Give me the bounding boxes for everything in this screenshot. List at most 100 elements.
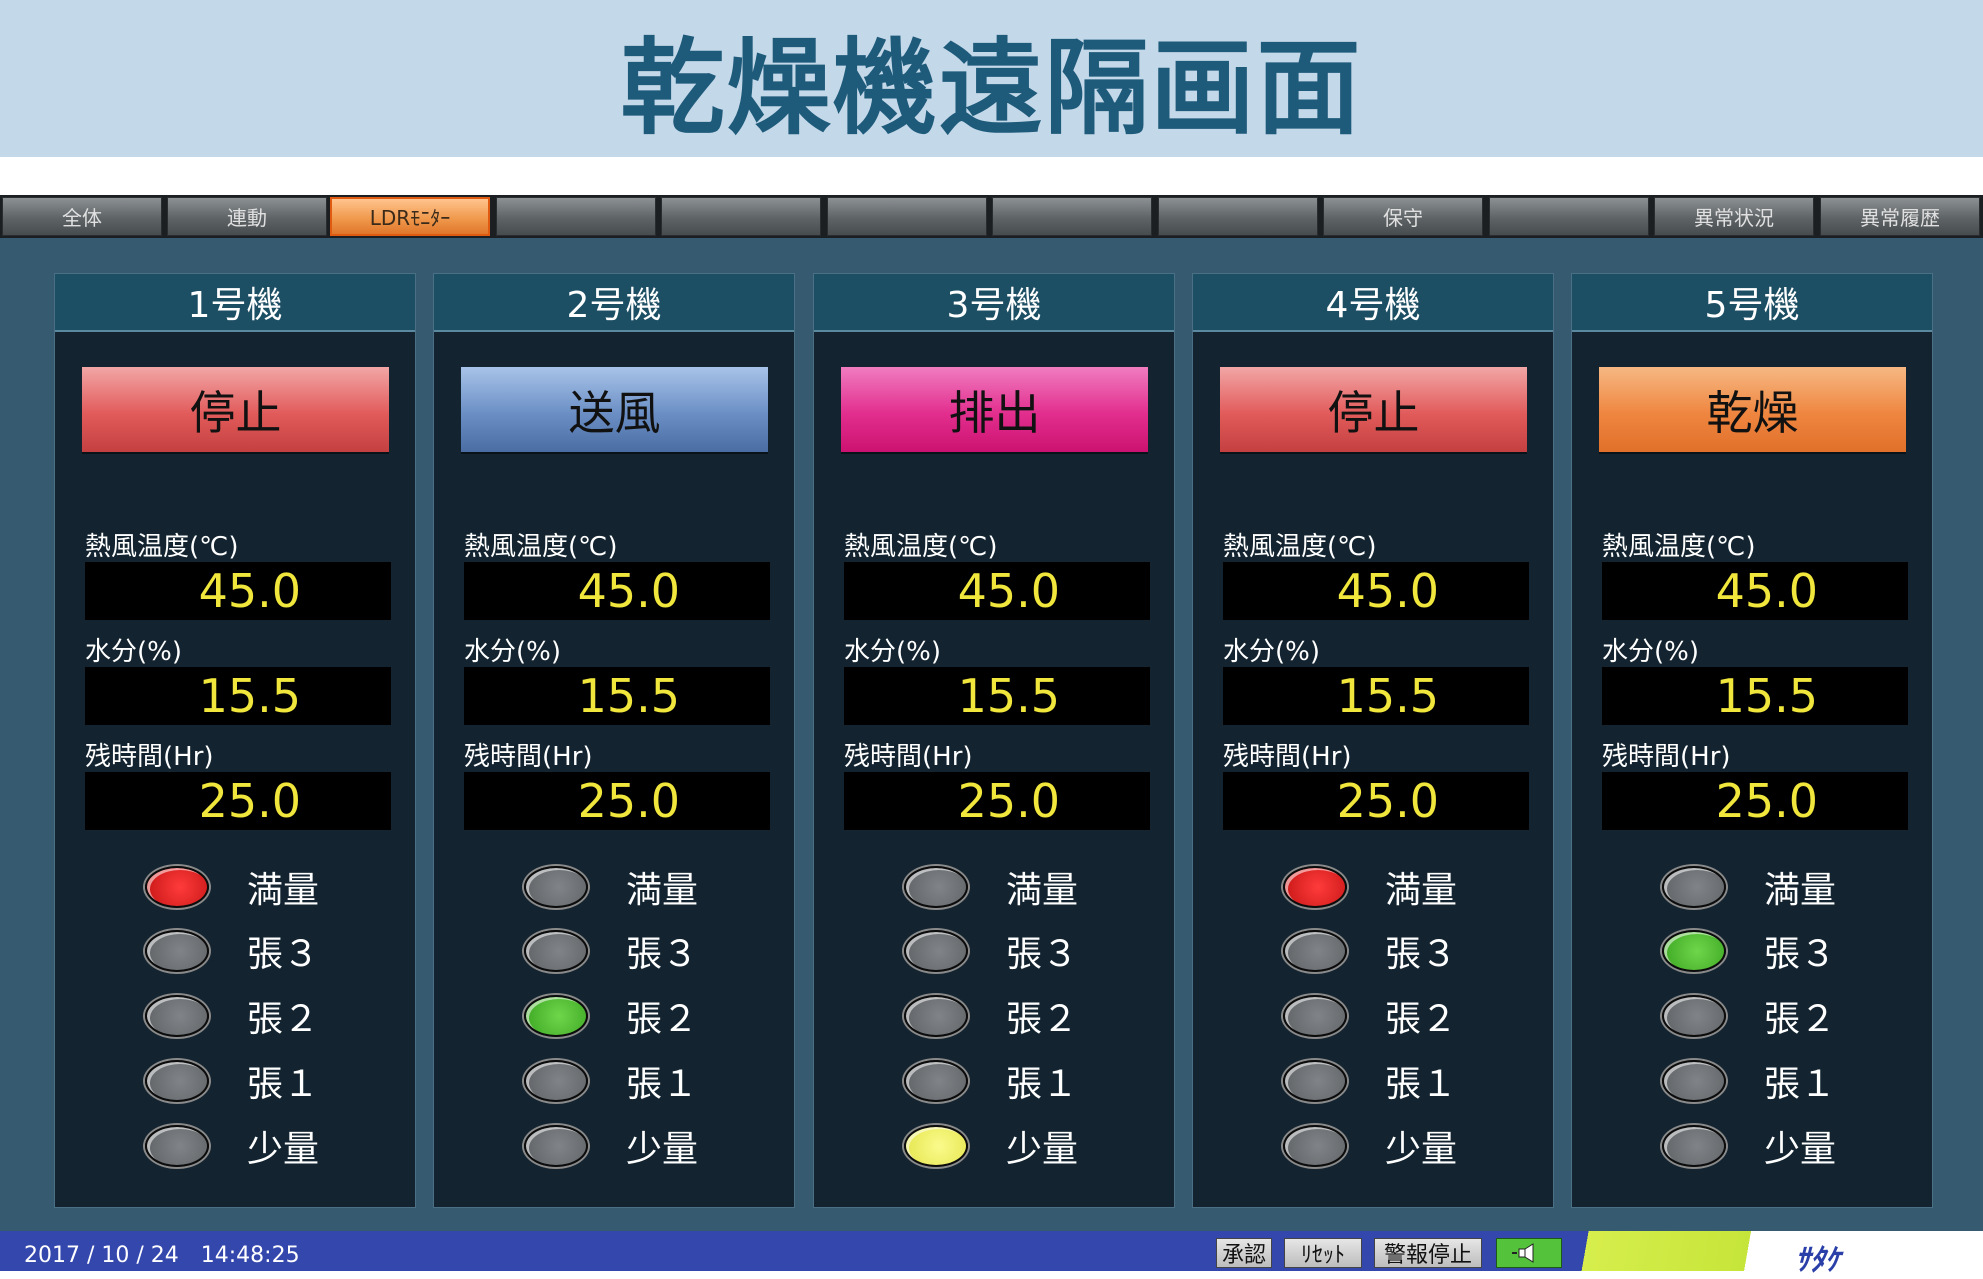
remaining-readout: 25.0 bbox=[844, 772, 1150, 830]
lamp-label: 少量 bbox=[626, 1129, 699, 1170]
lamp-row-tension3: 張３ bbox=[524, 926, 784, 976]
remaining-label: 残時間(Hr) bbox=[1223, 742, 1352, 772]
remaining-readout: 25.0 bbox=[464, 772, 770, 830]
lamp-label: 満量 bbox=[1764, 870, 1837, 911]
lamp-row-tension3: 張３ bbox=[1662, 926, 1922, 976]
tab-ldr-monitor[interactable]: LDRﾓﾆﾀｰ bbox=[330, 197, 490, 236]
tension3-lamp-icon bbox=[1662, 930, 1726, 972]
moisture-readout: 15.5 bbox=[1223, 667, 1529, 725]
lamp-label: 少量 bbox=[1385, 1129, 1458, 1170]
lamp-row-full: 満量 bbox=[524, 862, 784, 912]
machine-panel-1: 1号機 停止 熱風温度(℃) 45.0 水分(%) 15.5 残時間(Hr) 2… bbox=[54, 273, 416, 1208]
remaining-readout: 25.0 bbox=[85, 772, 391, 830]
machine-name: 3号機 bbox=[814, 274, 1174, 332]
remaining-label: 残時間(Hr) bbox=[1602, 742, 1731, 772]
tab-overall[interactable]: 全体 bbox=[2, 197, 162, 236]
lamp-label: 張３ bbox=[1764, 934, 1837, 975]
temp-readout: 45.0 bbox=[464, 562, 770, 620]
tension1-lamp-icon bbox=[524, 1060, 588, 1102]
status-button[interactable]: 排出 bbox=[841, 367, 1148, 452]
tab-blank-7[interactable] bbox=[992, 197, 1152, 236]
moisture-readout: 15.5 bbox=[1602, 667, 1908, 725]
lamp-label: 張２ bbox=[1764, 999, 1837, 1040]
lamp-row-low: 少量 bbox=[904, 1121, 1164, 1171]
temp-label: 熱風温度(℃) bbox=[85, 532, 239, 562]
status-button[interactable]: 停止 bbox=[1220, 367, 1527, 452]
lamp-label: 張２ bbox=[1006, 999, 1079, 1040]
machine-name: 2号機 bbox=[434, 274, 794, 332]
tab-alarm-status[interactable]: 異常状況 bbox=[1654, 197, 1814, 236]
lamp-row-low: 少量 bbox=[145, 1121, 405, 1171]
tension2-lamp-icon bbox=[1662, 995, 1726, 1037]
moisture-label: 水分(%) bbox=[1223, 637, 1320, 667]
lamp-label: 張２ bbox=[247, 999, 320, 1040]
title-bar: 乾燥機遠隔画面 bbox=[0, 0, 1983, 157]
tab-alarm-history[interactable]: 異常履歴 bbox=[1820, 197, 1980, 236]
lamp-label: 張１ bbox=[626, 1064, 699, 1105]
datetime: 2017 / 10 / 24 14:48:25 bbox=[24, 1243, 300, 1268]
lamp-label: 満量 bbox=[1006, 870, 1079, 911]
lamp-label: 張１ bbox=[247, 1064, 320, 1105]
full-lamp-icon bbox=[1283, 866, 1347, 908]
tab-blank-10[interactable] bbox=[1489, 197, 1649, 236]
lamp-label: 少量 bbox=[1006, 1129, 1079, 1170]
status-button[interactable]: 送風 bbox=[461, 367, 768, 452]
tab-blank-4[interactable] bbox=[496, 197, 656, 236]
machine-panel-2: 2号機 送風 熱風温度(℃) 45.0 水分(%) 15.5 残時間(Hr) 2… bbox=[433, 273, 795, 1208]
reset-button[interactable]: ﾘｾｯﾄ bbox=[1284, 1238, 1362, 1268]
lamp-label: 張１ bbox=[1385, 1064, 1458, 1105]
ack-button[interactable]: 承認 bbox=[1216, 1238, 1272, 1268]
lamp-row-full: 満量 bbox=[1662, 862, 1922, 912]
temp-label: 熱風温度(℃) bbox=[464, 532, 618, 562]
lamp-row-full: 満量 bbox=[904, 862, 1164, 912]
moisture-label: 水分(%) bbox=[85, 637, 182, 667]
machine-panel-3: 3号機 排出 熱風温度(℃) 45.0 水分(%) 15.5 残時間(Hr) 2… bbox=[813, 273, 1175, 1208]
temp-readout: 45.0 bbox=[85, 562, 391, 620]
full-lamp-icon bbox=[1662, 866, 1726, 908]
low-lamp-icon bbox=[1662, 1125, 1726, 1167]
tension1-lamp-icon bbox=[145, 1060, 209, 1102]
lamp-label: 満量 bbox=[626, 870, 699, 911]
moisture-label: 水分(%) bbox=[844, 637, 941, 667]
lamp-row-tension3: 張３ bbox=[145, 926, 405, 976]
remaining-readout: 25.0 bbox=[1602, 772, 1908, 830]
machine-panel-4: 4号機 停止 熱風温度(℃) 45.0 水分(%) 15.5 残時間(Hr) 2… bbox=[1192, 273, 1554, 1208]
tab-maintenance[interactable]: 保守 bbox=[1323, 197, 1483, 236]
tab-blank-8[interactable] bbox=[1158, 197, 1318, 236]
lamp-label: 張３ bbox=[626, 934, 699, 975]
low-lamp-icon bbox=[524, 1125, 588, 1167]
lamp-row-tension3: 張３ bbox=[904, 926, 1164, 976]
tab-blank-5[interactable] bbox=[661, 197, 821, 236]
page-title: 乾燥機遠隔画面 bbox=[620, 27, 1363, 149]
lamp-row-low: 少量 bbox=[524, 1121, 784, 1171]
moisture-label: 水分(%) bbox=[1602, 637, 1699, 667]
lamp-row-tension2: 張２ bbox=[1283, 991, 1543, 1041]
tab-linkage[interactable]: 連動 bbox=[167, 197, 327, 236]
remaining-label: 残時間(Hr) bbox=[85, 742, 214, 772]
lamp-row-tension2: 張２ bbox=[1662, 991, 1922, 1041]
low-lamp-icon bbox=[904, 1125, 968, 1167]
status-bar: 2017 / 10 / 24 14:48:25 承認 ﾘｾｯﾄ 警報停止 ｻﾀｹ bbox=[0, 1231, 1983, 1278]
lamp-label: 張１ bbox=[1006, 1064, 1079, 1105]
lamp-row-tension2: 張２ bbox=[904, 991, 1164, 1041]
brand-logo: ｻﾀｹ bbox=[1795, 1243, 1840, 1278]
lamp-label: 張３ bbox=[247, 934, 320, 975]
lamp-row-tension2: 張２ bbox=[145, 991, 405, 1041]
machine-name: 1号機 bbox=[55, 274, 415, 332]
full-lamp-icon bbox=[145, 866, 209, 908]
temp-readout: 45.0 bbox=[1602, 562, 1908, 620]
lamp-row-low: 少量 bbox=[1283, 1121, 1543, 1171]
lamp-label: 張１ bbox=[1764, 1064, 1837, 1105]
temp-readout: 45.0 bbox=[844, 562, 1150, 620]
machine-name: 4号機 bbox=[1193, 274, 1553, 332]
tension3-lamp-icon bbox=[524, 930, 588, 972]
status-button[interactable]: 停止 bbox=[82, 367, 389, 452]
lamp-row-tension1: 張１ bbox=[1283, 1056, 1543, 1106]
full-lamp-icon bbox=[524, 866, 588, 908]
status-button[interactable]: 乾燥 bbox=[1599, 367, 1906, 452]
lamp-row-tension1: 張１ bbox=[904, 1056, 1164, 1106]
tab-blank-6[interactable] bbox=[827, 197, 987, 236]
tab-bar: 全体 連動 LDRﾓﾆﾀｰ 保守 異常状況 異常履歴 bbox=[0, 195, 1983, 238]
alarm-stop-button[interactable]: 警報停止 bbox=[1374, 1238, 1482, 1268]
machine-panel-5: 5号機 乾燥 熱風温度(℃) 45.0 水分(%) 15.5 残時間(Hr) 2… bbox=[1571, 273, 1933, 1208]
